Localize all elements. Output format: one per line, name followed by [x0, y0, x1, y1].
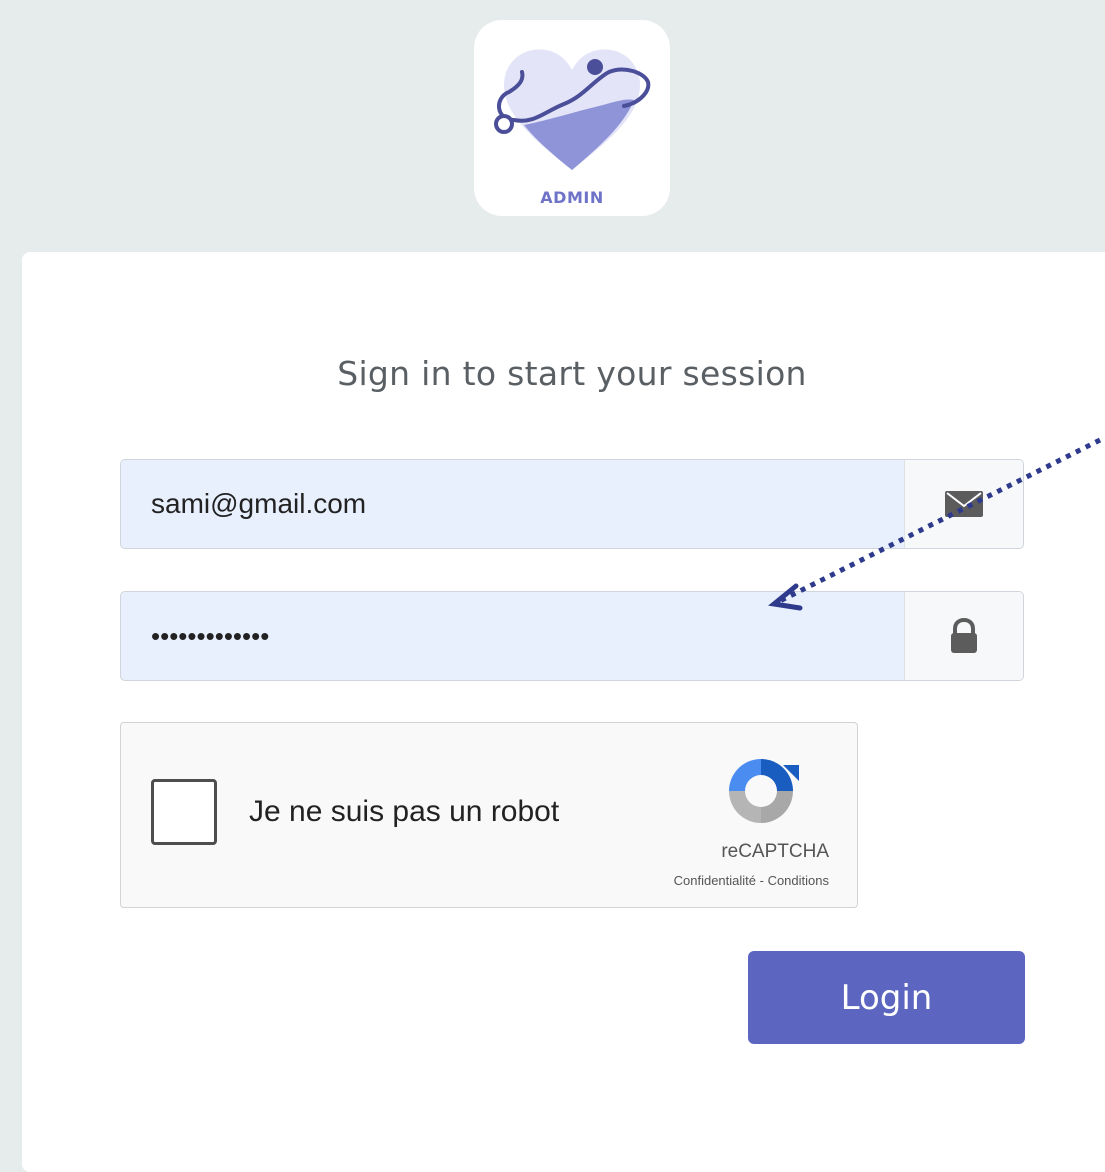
- logo-label: ADMIN: [540, 188, 604, 207]
- recaptcha-checkbox[interactable]: [151, 779, 217, 845]
- recaptcha-brand: reCAPTCHA: [721, 841, 829, 862]
- password-field[interactable]: •••••••••••••: [120, 591, 1024, 681]
- envelope-icon: [945, 491, 983, 517]
- email-addon: [904, 460, 1023, 548]
- heart-stethoscope-icon: [494, 49, 651, 170]
- password-value[interactable]: •••••••••••••: [151, 592, 269, 680]
- recaptcha-widget: Je ne suis pas un robot reCAPTCHA Confid…: [120, 722, 858, 908]
- email-field[interactable]: sami@gmail.com: [120, 459, 1024, 549]
- recaptcha-links[interactable]: Confidentialité - Conditions: [674, 873, 829, 888]
- page-title: Sign in to start your session: [337, 354, 807, 393]
- lock-icon: [951, 618, 977, 653]
- recaptcha-logo-icon: [729, 759, 799, 823]
- password-addon: [904, 592, 1023, 680]
- admin-logo: ADMIN: [474, 20, 670, 216]
- recaptcha-label: Je ne suis pas un robot: [249, 795, 560, 828]
- email-value[interactable]: sami@gmail.com: [151, 460, 366, 548]
- login-button[interactable]: Login: [748, 951, 1025, 1044]
